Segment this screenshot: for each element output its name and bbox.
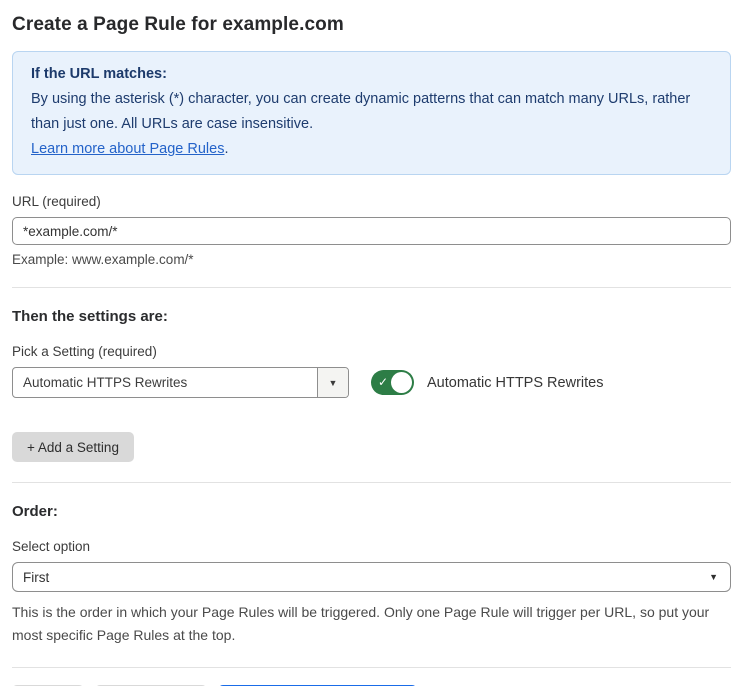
setting-select-arrow-button[interactable]: ▼ [317, 368, 348, 397]
dropdown-arrow-icon: ▼ [709, 572, 718, 582]
url-match-info-box: If the URL matches: By using the asteris… [12, 51, 731, 175]
info-box-heading: If the URL matches: [31, 66, 167, 82]
learn-more-link[interactable]: Learn more about Page Rules [31, 141, 224, 157]
pick-setting-label: Pick a Setting (required) [12, 344, 157, 359]
toggle-label: Automatic HTTPS Rewrites [427, 374, 604, 391]
setting-row: Automatic HTTPS Rewrites ▼ ✓ Automatic H… [12, 367, 731, 398]
settings-section-heading: Then the settings are: [12, 308, 168, 325]
info-box-link-line: Learn more about Page Rules. [31, 137, 712, 162]
automatic-https-rewrites-toggle[interactable]: ✓ [371, 370, 414, 395]
setting-select-value: Automatic HTTPS Rewrites [23, 375, 188, 390]
divider [12, 667, 731, 668]
dropdown-arrow-icon: ▼ [328, 377, 338, 388]
url-input[interactable] [12, 217, 731, 245]
divider [12, 287, 731, 288]
link-period: . [224, 141, 229, 157]
check-icon: ✓ [378, 375, 389, 389]
order-select-label: Select option [12, 539, 91, 554]
order-select[interactable]: First ▼ [12, 562, 731, 592]
url-field-label: URL (required) [12, 194, 101, 209]
order-helper-text: This is the order in which your Page Rul… [12, 604, 710, 643]
order-select-value: First [23, 569, 50, 585]
setting-select[interactable]: Automatic HTTPS Rewrites ▼ [12, 367, 349, 398]
toggle-knob [391, 372, 412, 393]
order-section-heading: Order: [12, 503, 58, 520]
add-setting-button[interactable]: + Add a Setting [12, 432, 134, 462]
page-title: Create a Page Rule for example.com [12, 14, 344, 35]
info-box-body: By using the asterisk (*) character, you… [31, 91, 691, 132]
divider [12, 482, 731, 483]
url-field-helper: Example: www.example.com/* [12, 252, 194, 267]
create-page-rule-form: Create a Page Rule for example.com If th… [0, 0, 743, 686]
